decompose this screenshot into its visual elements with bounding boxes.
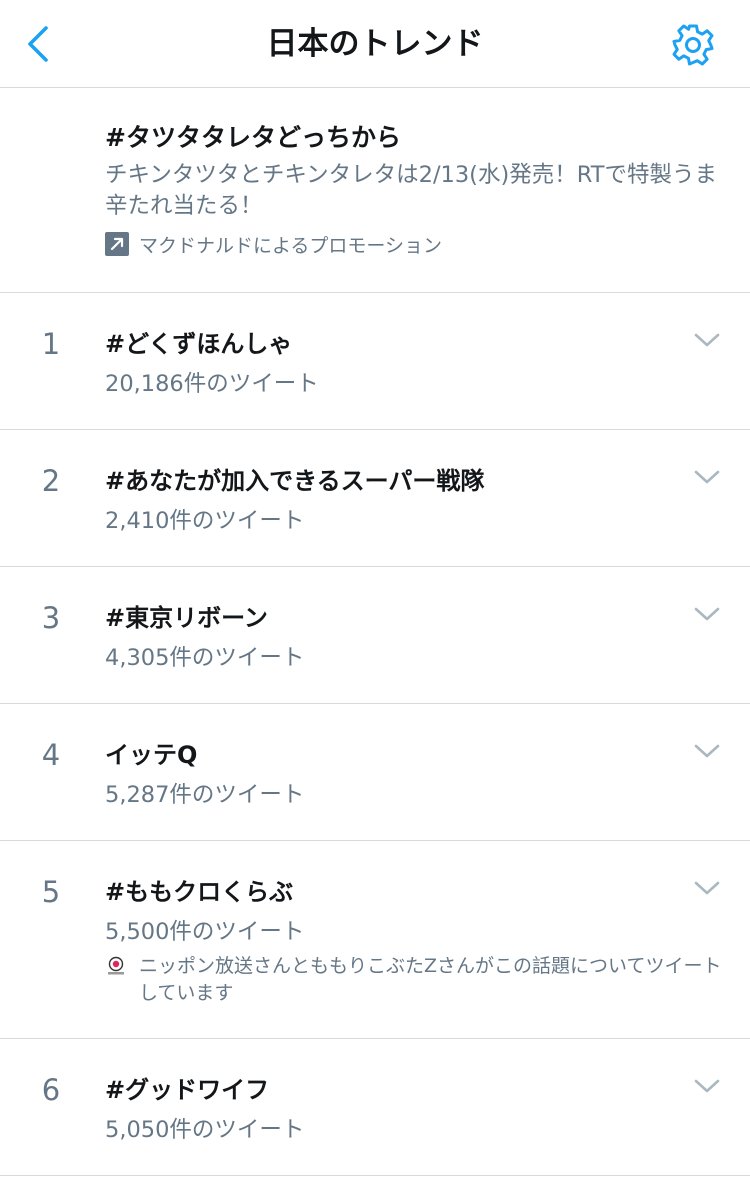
trend-rank: 1 — [41, 327, 61, 361]
trend-item[interactable]: 4 イッテQ 5,287件のツイート — [0, 704, 750, 841]
trend-tweet-count: 5,287件のツイート — [105, 782, 305, 808]
broadcaster-avatar-icon — [105, 955, 127, 977]
trend-context-text: ニッポン放送さんとももりこぶたZさんがこの話題についてツイートしています — [139, 955, 722, 1004]
chevron-down-icon[interactable] — [692, 1076, 722, 1096]
trend-rank: 6 — [41, 1073, 61, 1107]
chevron-down-icon[interactable] — [692, 330, 722, 350]
promoted-arrow-icon — [105, 232, 129, 256]
trend-rank: 5 — [41, 875, 61, 909]
trend-item[interactable]: 5 #ももクロくらぶ 5,500件のツイート ニッポン放送さんとももりこぶたZさ… — [0, 841, 750, 1039]
trend-item[interactable]: 1 #どくずほんしゃ 20,186件のツイート — [0, 293, 750, 430]
trend-rank: 4 — [41, 738, 61, 772]
chevron-down-icon[interactable] — [692, 878, 722, 898]
promoted-trend[interactable]: #タツタタレタどっちから チキンタツタとチキンタレタは2/13(水)発売！RTで… — [0, 88, 750, 293]
promoted-trend-description: チキンタツタとチキンタレタは2/13(水)発売！RTで特製うま辛たれ当たる！ — [105, 162, 717, 219]
trend-tweet-count: 20,186件のツイート — [105, 371, 319, 397]
top-nav-bar: 日本のトレンド — [0, 0, 750, 88]
trend-name: イッテQ — [105, 741, 198, 769]
gear-icon — [672, 24, 714, 66]
page-title: 日本のトレンド — [266, 26, 484, 62]
trend-name: #どくずほんしゃ — [105, 330, 293, 358]
trend-name: #ももクロくらぶ — [105, 878, 294, 906]
trend-context: ニッポン放送さんとももりこぶたZさんがこの話題についてツイートしています — [105, 953, 725, 1007]
trend-tweet-count: 5,500件のツイート — [105, 919, 305, 945]
settings-button[interactable] — [668, 20, 718, 70]
promoted-badge: マクドナルドによるプロモーション — [105, 232, 443, 257]
chevron-down-icon[interactable] — [692, 467, 722, 487]
trend-name: #グッドワイフ — [105, 1076, 270, 1104]
chevron-down-icon[interactable] — [692, 604, 722, 624]
trend-item[interactable]: 2 #あなたが加入できるスーパー戦隊 2,410件のツイート — [0, 430, 750, 567]
trend-tweet-count: 4,305件のツイート — [105, 645, 305, 671]
trend-tweet-count: 2,410件のツイート — [105, 508, 305, 534]
trend-item[interactable]: 3 #東京リボーン 4,305件のツイート — [0, 567, 750, 704]
trend-rank: 2 — [41, 464, 61, 498]
trend-item[interactable]: 6 #グッドワイフ 5,050件のツイート — [0, 1039, 750, 1176]
chevron-down-icon[interactable] — [692, 741, 722, 761]
promoted-by-label: マクドナルドによるプロモーション — [139, 234, 443, 257]
trend-name: #あなたが加入できるスーパー戦隊 — [105, 467, 485, 495]
trend-tweet-count: 5,050件のツイート — [105, 1117, 305, 1143]
trend-name: #東京リボーン — [105, 604, 268, 632]
trend-rank: 3 — [41, 601, 61, 635]
promoted-trend-title: #タツタタレタどっちから — [105, 123, 401, 152]
